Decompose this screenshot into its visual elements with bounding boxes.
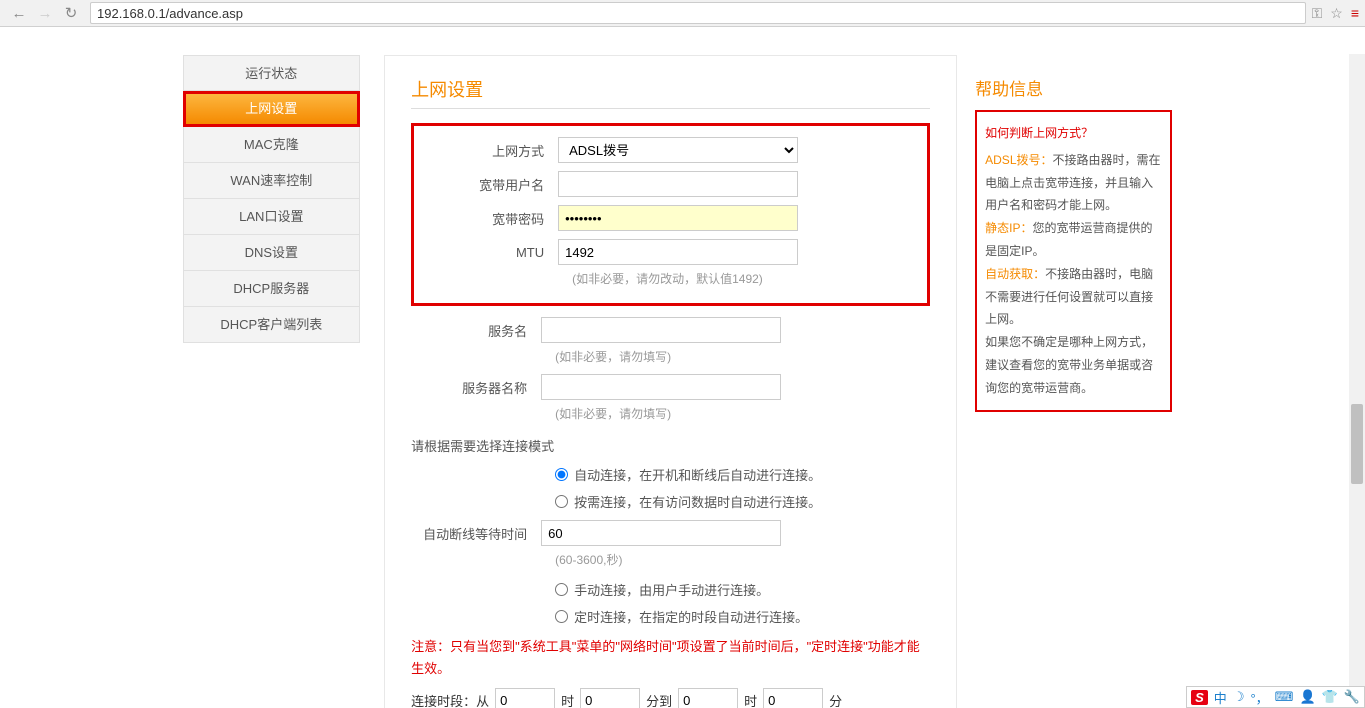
ime-tool-icon[interactable]: 🔧	[1344, 689, 1360, 705]
help-question: 如何判断上网方式？	[985, 122, 1162, 145]
username-label: 宽带用户名	[428, 175, 558, 194]
page: 运行状态 上网设置 MAC克隆 WAN速率控制 LAN口设置 DNS设置 DHC…	[0, 27, 1365, 708]
idle-label: 自动断线等待时间	[411, 524, 541, 543]
ime-lang[interactable]: 中	[1214, 688, 1227, 707]
radio-timed[interactable]	[555, 610, 568, 623]
sidebar-item-mac-clone[interactable]: MAC克隆	[183, 127, 361, 163]
notice-text: 注意：只有当您到"系统工具"菜单的"网络时间"项设置了当前时间后，"定时连接"功…	[411, 636, 930, 680]
address-bar[interactable]: 192.168.0.1/advance.asp	[90, 2, 1306, 24]
sidebar: 运行状态 上网设置 MAC克隆 WAN速率控制 LAN口设置 DNS设置 DHC…	[183, 55, 361, 708]
scrollbar[interactable]	[1349, 54, 1365, 708]
url-text: 192.168.0.1/advance.asp	[97, 6, 243, 21]
sidebar-item-dhcp-server[interactable]: DHCP服务器	[183, 271, 361, 307]
time-to-min[interactable]	[763, 688, 823, 708]
section-connect-mode: 请根据需要选择连接模式	[411, 436, 930, 455]
reload-button[interactable]: ↻	[58, 2, 84, 24]
service-hint: (如非必要，请勿填写)	[411, 348, 930, 365]
main-panel: 上网设置 上网方式 ADSL拨号 宽带用户名 宽带密码	[384, 55, 957, 708]
idle-hint: (60-3600,秒)	[411, 551, 930, 568]
sidebar-item-status[interactable]: 运行状态	[183, 55, 361, 91]
service-label: 服务名	[411, 321, 541, 340]
server-label: 服务器名称	[411, 378, 541, 397]
help-title: 帮助信息	[975, 75, 1172, 100]
help-adsl-key: ADSL拨号：	[985, 153, 1052, 167]
mtu-hint: (如非必要，请勿改动，默认值1492)	[428, 270, 913, 287]
ime-skin-icon[interactable]: 👕	[1322, 689, 1338, 705]
radio-manual[interactable]	[555, 583, 568, 596]
page-title: 上网设置	[411, 76, 930, 109]
time-from-hour[interactable]	[495, 688, 555, 708]
ime-keyboard-icon[interactable]: ⌨	[1275, 689, 1294, 705]
time-from-min[interactable]	[580, 688, 640, 708]
radio-manual-label: 手动连接，由用户手动进行连接。	[574, 580, 769, 599]
time-to-hour[interactable]	[678, 688, 738, 708]
password-input[interactable]	[558, 205, 798, 231]
help-static-key: 静态IP：	[985, 221, 1032, 235]
username-input[interactable]	[558, 171, 798, 197]
sogou-icon[interactable]: S	[1191, 690, 1208, 705]
help-box: 如何判断上网方式？ ADSL拨号：不接路由器时，需在电脑上点击宽带连接，并且输入…	[975, 110, 1172, 412]
server-hint: (如非必要，请勿填写)	[411, 405, 930, 422]
browser-toolbar: ← → ↻ 192.168.0.1/advance.asp ⚿ ☆ ≡	[0, 0, 1365, 27]
forward-button[interactable]: →	[32, 2, 58, 24]
help-footer: 如果您不确定是哪种上网方式，建议查看您的宽带业务单据或咨询您的宽带运营商。	[985, 331, 1162, 399]
radio-auto-label: 自动连接，在开机和断线后自动进行连接。	[574, 465, 821, 484]
primary-settings-box: 上网方式 ADSL拨号 宽带用户名 宽带密码 MTU	[411, 123, 930, 306]
server-input[interactable]	[541, 374, 781, 400]
ime-bar[interactable]: S 中 ☽ °， ⌨ 👤 👕 🔧	[1186, 686, 1365, 708]
conn-type-select[interactable]: ADSL拨号	[558, 137, 798, 163]
sidebar-item-dns[interactable]: DNS设置	[183, 235, 361, 271]
idle-input[interactable]	[541, 520, 781, 546]
ime-punct-icon[interactable]: °，	[1250, 688, 1268, 707]
password-label: 宽带密码	[428, 209, 558, 228]
sidebar-item-wan-speed[interactable]: WAN速率控制	[183, 163, 361, 199]
radio-demand[interactable]	[555, 495, 568, 508]
mtu-label: MTU	[428, 245, 558, 260]
radio-demand-label: 按需连接，在有访问数据时自动进行连接。	[574, 492, 821, 511]
star-icon[interactable]: ☆	[1330, 5, 1343, 22]
help-auto-key: 自动获取：	[985, 267, 1045, 281]
time-range-row: 连接时段：从 时 分到 时 分	[411, 688, 930, 708]
service-input[interactable]	[541, 317, 781, 343]
scrollbar-thumb[interactable]	[1351, 404, 1363, 484]
conn-type-label: 上网方式	[428, 141, 558, 160]
sidebar-item-lan[interactable]: LAN口设置	[183, 199, 361, 235]
sidebar-item-wan-settings[interactable]: 上网设置	[183, 91, 361, 127]
ime-account-icon[interactable]: 👤	[1299, 689, 1315, 705]
back-button[interactable]: ←	[6, 2, 32, 24]
help-panel: 帮助信息 如何判断上网方式？ ADSL拨号：不接路由器时，需在电脑上点击宽带连接…	[975, 55, 1182, 708]
sidebar-item-dhcp-clients[interactable]: DHCP客户端列表	[183, 307, 361, 343]
radio-auto[interactable]	[555, 468, 568, 481]
key-icon[interactable]: ⚿	[1312, 5, 1323, 22]
menu-icon[interactable]: ≡	[1351, 5, 1359, 21]
ime-moon-icon[interactable]: ☽	[1233, 689, 1245, 705]
mtu-input[interactable]	[558, 239, 798, 265]
radio-timed-label: 定时连接，在指定的时段自动进行连接。	[574, 607, 808, 626]
